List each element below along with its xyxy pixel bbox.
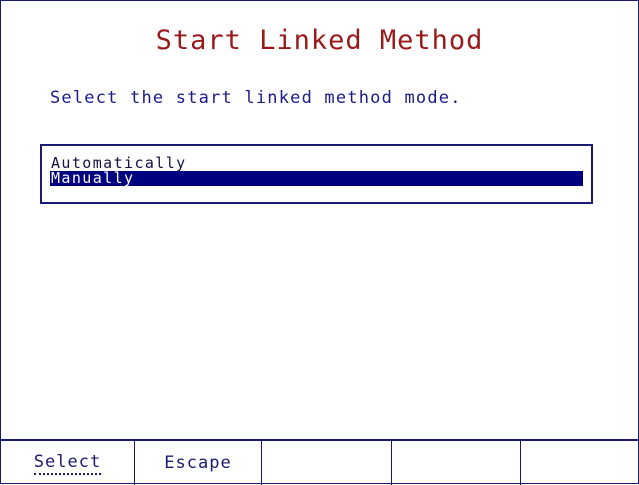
select-softkey[interactable]: Select	[1, 441, 135, 485]
mode-listbox[interactable]: Automatically Manually	[40, 144, 593, 204]
empty-softkey-3[interactable]	[262, 441, 392, 485]
instruction-text: Select the start linked method mode.	[50, 88, 462, 108]
escape-softkey-label: Escape	[164, 453, 232, 473]
escape-softkey[interactable]: Escape	[135, 441, 262, 485]
list-item-manually[interactable]: Manually	[50, 171, 583, 186]
select-softkey-label: Select	[33, 452, 102, 475]
softkey-bar: Select Escape	[1, 439, 638, 485]
empty-softkey-4[interactable]	[392, 441, 521, 485]
empty-softkey-5[interactable]	[521, 441, 638, 485]
instrument-screen: Start Linked Method Select the start lin…	[0, 0, 639, 485]
page-title: Start Linked Method	[155, 25, 484, 56]
